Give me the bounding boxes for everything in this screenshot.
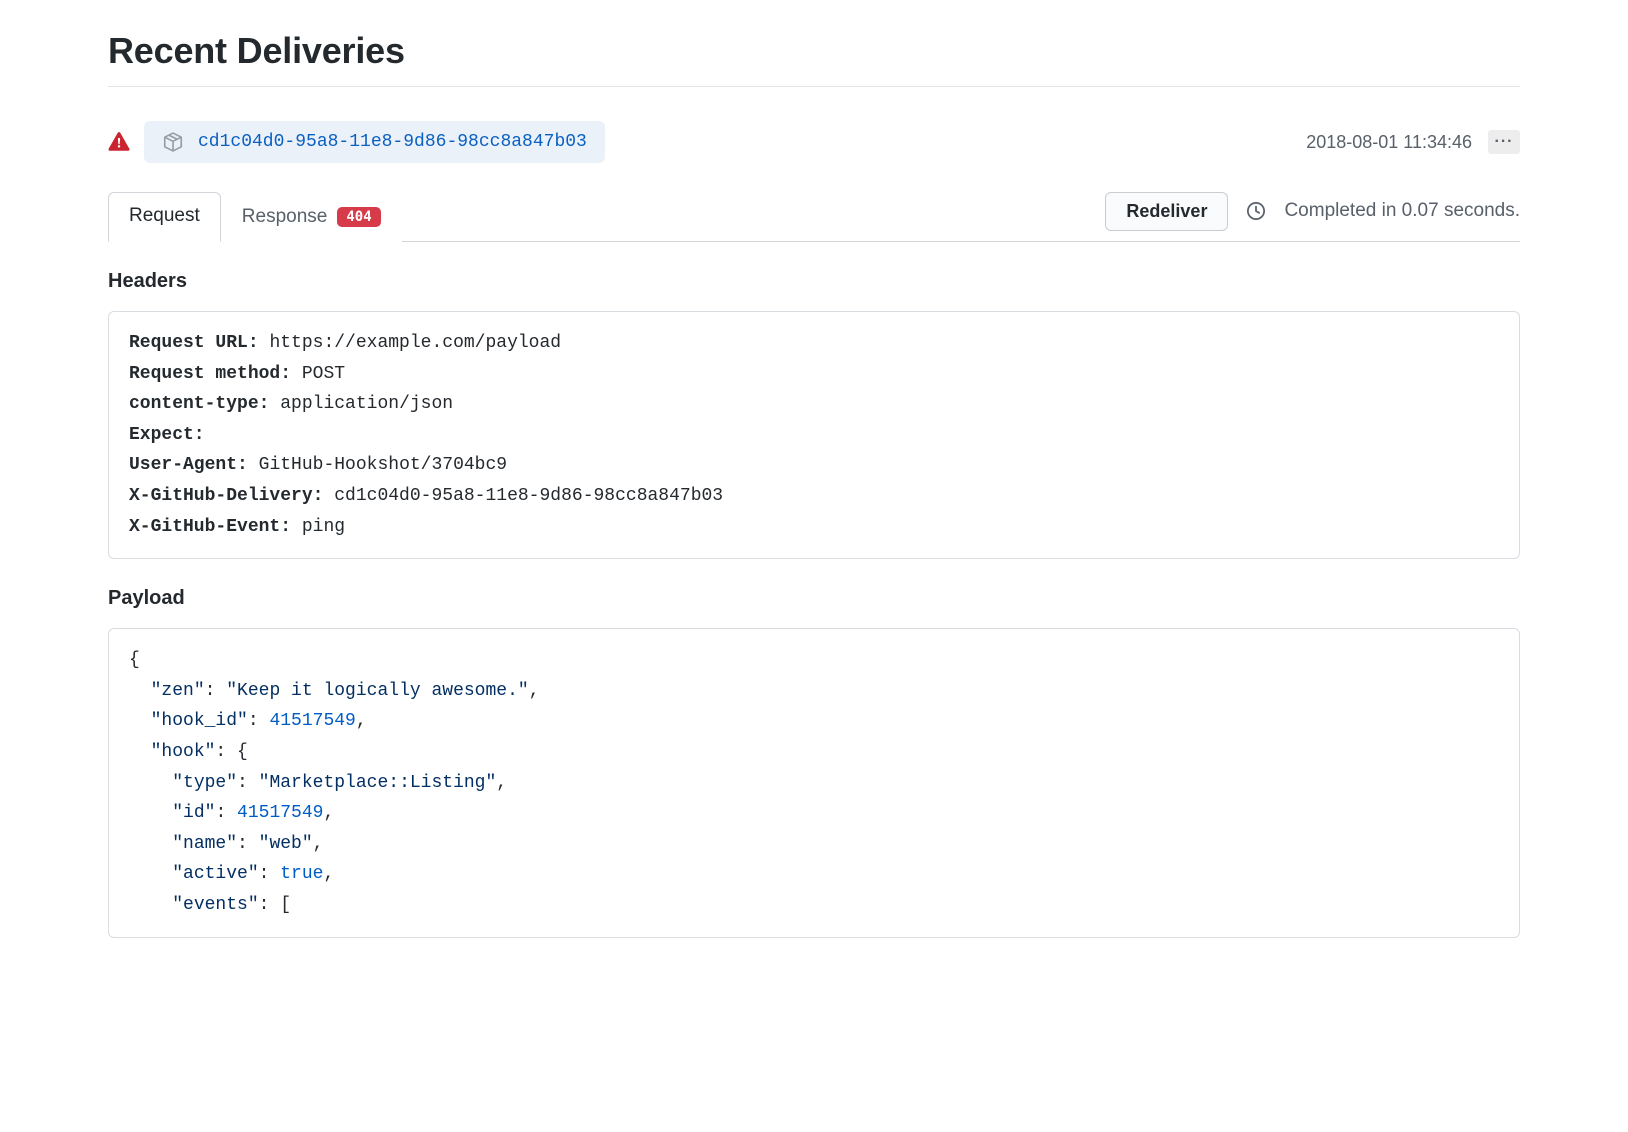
tab-bar: Request Response 404 Redeliver Completed…: [108, 191, 1520, 242]
tab-response[interactable]: Response 404: [221, 193, 402, 242]
payload-title: Payload: [108, 587, 1520, 610]
alert-triangle-icon: [108, 131, 130, 153]
package-icon: [162, 131, 184, 153]
redeliver-button[interactable]: Redeliver: [1105, 192, 1228, 231]
completed-text: Completed in 0.07 seconds.: [1284, 200, 1520, 222]
divider: [108, 86, 1520, 87]
payload-block: { "zen": "Keep it logically awesome.", "…: [108, 628, 1520, 937]
headers-title: Headers: [108, 270, 1520, 293]
more-menu-button[interactable]: ···: [1488, 130, 1520, 154]
tab-request-label: Request: [129, 205, 200, 227]
clock-icon: [1246, 201, 1266, 221]
page-title: Recent Deliveries: [108, 30, 1520, 72]
delivery-summary-row: cd1c04d0-95a8-11e8-9d86-98cc8a847b03 201…: [108, 121, 1520, 163]
headers-block: Request URL: https://example.com/payload…: [108, 311, 1520, 559]
tab-request[interactable]: Request: [108, 192, 221, 242]
delivery-pill[interactable]: cd1c04d0-95a8-11e8-9d86-98cc8a847b03: [144, 121, 605, 163]
response-status-badge: 404: [337, 207, 380, 227]
delivery-timestamp: 2018-08-01 11:34:46: [1306, 132, 1472, 153]
tab-response-label: Response: [242, 206, 328, 228]
delivery-id: cd1c04d0-95a8-11e8-9d86-98cc8a847b03: [198, 132, 587, 152]
